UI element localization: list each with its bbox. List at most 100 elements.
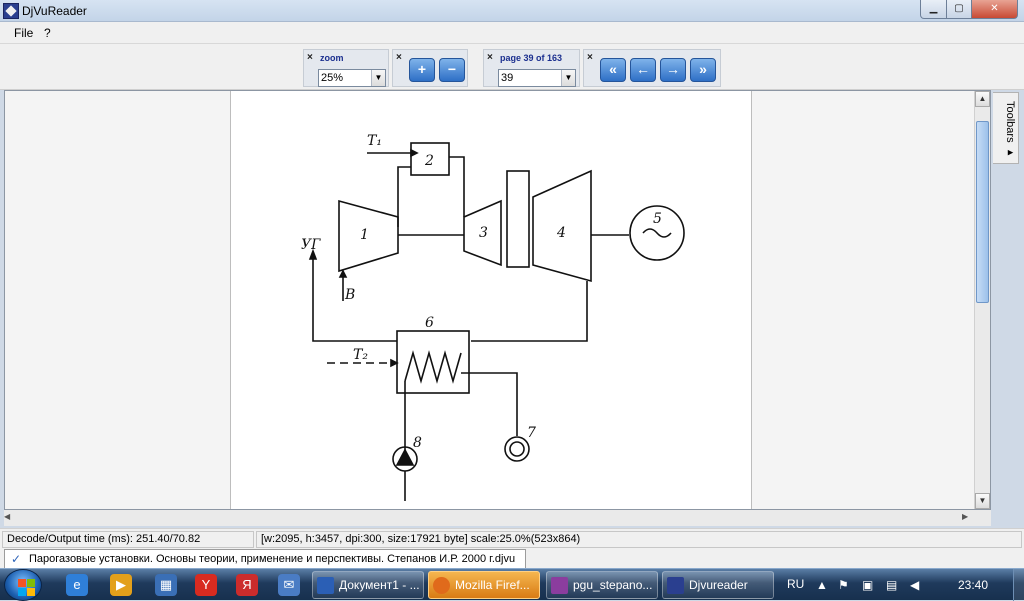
menu-file[interactable]: File [14,26,33,40]
toolbars-side-tab[interactable]: Toolbars ▸ [993,92,1019,164]
coil-icon [404,350,462,384]
usb-device-icon[interactable]: ▣ [862,578,873,592]
yandex-icon[interactable]: Я [236,574,258,596]
document-page: T₁ 2 1 3 4 5 6 УГ В T₂ 7 8 [230,91,752,509]
exhaust-pipe [471,281,588,342]
toolbars-label: Toolbars ▸ [1004,101,1016,159]
status-page-info: [w:2095, h:3457, dpi:300, size:17921 byt… [256,531,1022,548]
firefox-icon [433,577,450,594]
label-v: В [344,287,355,303]
label-1: 1 [360,227,369,243]
scroll-thumb[interactable] [976,121,989,303]
scroll-down-icon[interactable]: ▼ [975,493,990,509]
taskbar-item-djvureader[interactable]: Djvureader [662,571,774,599]
close-button[interactable]: ✕ [971,0,1018,19]
action-center-flag-icon[interactable]: ⚑ [838,578,849,592]
page-label: page 39 of 163 [500,53,563,63]
sine-icon [642,228,672,238]
pump-triangle-icon [395,448,415,466]
windows-logo-icon [18,579,26,587]
label-8: 8 [413,435,422,451]
status-bar: Decode/Output time (ms): 251.40/70.82 [w… [0,528,1024,548]
menu-help[interactable]: ? [44,26,51,40]
scroll-up-icon[interactable]: ▲ [975,91,990,107]
media-player-icon[interactable]: ▶ [110,574,132,596]
window-title: DjVuReader [22,4,87,18]
next-page-button[interactable]: → [660,58,686,82]
taskbar-item-word[interactable]: Документ1 - ... [312,571,424,599]
ie-icon[interactable]: e [66,574,88,596]
label-3: 3 [479,225,488,241]
toolbar-area: × zoom 25% ▼ × + − × page 39 of 163 39 ▼… [0,44,1024,90]
label-t2: T₂ [353,347,368,363]
chevron-down-icon[interactable]: ▼ [371,70,385,86]
vertical-scrollbar[interactable]: ▲ ▼ [974,91,990,509]
show-hidden-icons-icon[interactable]: ▲ [816,578,828,592]
page-select[interactable]: 39 ▼ [498,69,576,87]
zoom-out-button[interactable]: − [439,58,465,82]
taskbar: e ▶ ▦ Y Я ✉ Документ1 - ... Mozilla Fire… [0,568,1024,601]
label-2: 2 [424,153,434,169]
taskbar-item-label: pgu_stepano... [573,578,653,592]
check-icon: ✓ [11,552,22,566]
zoom-buttons-group: × + − [392,49,468,87]
status-decode-time: Decode/Output time (ms): 251.40/70.82 [2,531,254,548]
zoom-value: 25% [321,72,344,84]
label-5: 5 [653,211,662,227]
taskbar-item-label: Документ1 - ... [339,578,420,592]
taskbar-item-label: Djvureader [689,578,748,592]
taskbar-item-label: Mozilla Firef... [455,578,530,592]
word-icon [317,577,334,594]
navigation-group: × « ← → » [583,49,721,87]
scroll-right-icon[interactable]: ▶ [962,512,972,521]
minimize-button[interactable]: ▁ [920,0,947,19]
label-6: 6 [425,315,434,331]
mail-icon[interactable]: ✉ [278,574,300,596]
clock[interactable]: 23:40 [958,578,988,592]
nav-group-close-icon[interactable]: × [587,52,593,63]
network-icon[interactable]: ▦ [155,574,177,596]
archive-icon [551,577,568,594]
maximize-button[interactable]: ▢ [946,0,972,19]
page-group: × page 39 of 163 39 ▼ [483,49,580,87]
pipe-2-to-3 [449,156,465,217]
zoom-group-close-icon[interactable]: × [307,52,313,63]
casing-block [506,170,530,268]
yandex-browser-icon[interactable]: Y [195,574,217,596]
volume-icon[interactable]: ◀ [910,578,919,592]
app-icon [3,3,19,19]
previous-page-button[interactable]: ← [630,58,656,82]
file-name: Парогазовые установки. Основы теории, пр… [29,553,516,565]
title-bar: DjVuReader ▁ ▢ ✕ [0,0,1024,22]
language-indicator[interactable]: RU [787,577,804,591]
windows-logo-icon-part [27,579,35,587]
label-ug: УГ [301,237,321,253]
document-viewport[interactable]: T₁ 2 1 3 4 5 6 УГ В T₂ 7 8 ▲ ▼ [4,90,991,510]
thermal-scheme-diagram: T₁ 2 1 3 4 5 6 УГ В T₂ 7 8 [301,133,685,501]
zoom-buttons-close-icon[interactable]: × [396,52,402,63]
page-value: 39 [501,72,514,84]
taskbar-item-archive[interactable]: pgu_stepano... [546,571,658,599]
horizontal-scrollbar[interactable]: ◀ ▶ [4,510,991,526]
start-button[interactable] [4,569,42,601]
arrow-icon [410,148,419,158]
file-tab[interactable]: ✓ Парогазовые установки. Основы теории, … [4,549,526,568]
show-desktop-button[interactable] [1013,569,1024,601]
scroll-left-icon[interactable]: ◀ [4,512,14,521]
power-icon[interactable]: ▤ [886,578,897,592]
label-t1: T₁ [367,133,382,149]
zoom-select[interactable]: 25% ▼ [318,69,386,87]
chevron-down-icon[interactable]: ▼ [561,70,575,86]
taskbar-item-firefox[interactable]: Mozilla Firef... [428,571,540,599]
label-4: 4 [556,225,566,241]
djvureader-icon [667,577,684,594]
page-group-close-icon[interactable]: × [487,52,493,63]
zoom-in-button[interactable]: + [409,58,435,82]
menu-bar: File ? [0,22,1024,44]
arrow-icon [390,358,399,368]
zoom-group: × zoom 25% ▼ [303,49,389,87]
first-page-button[interactable]: « [600,58,626,82]
pipe-2-to-1 [397,166,411,227]
file-tab-bar: ✓ Парогазовые установки. Основы теории, … [0,548,1024,568]
last-page-button[interactable]: » [690,58,716,82]
